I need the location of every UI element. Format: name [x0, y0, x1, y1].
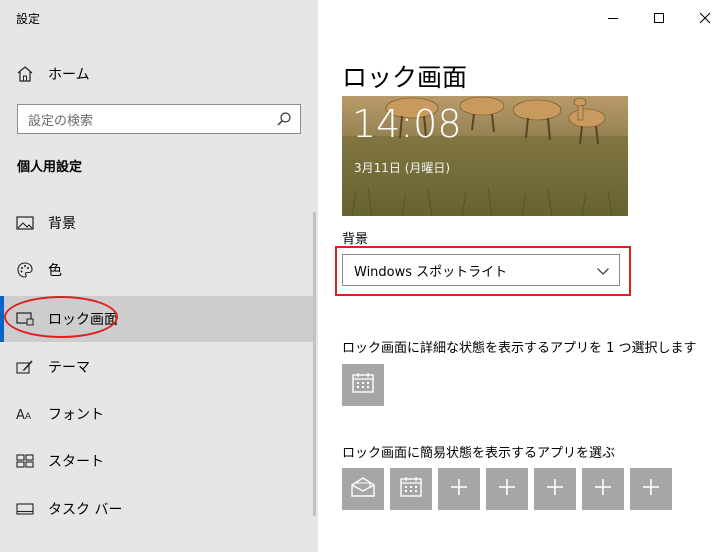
background-dropdown-value: Windows スポットライト — [354, 264, 508, 280]
plus-icon — [498, 478, 516, 500]
maximize-button[interactable] — [636, 4, 682, 32]
sidebar-item-start[interactable]: スタート — [0, 438, 316, 484]
sidebar-item-label: タスク バー — [48, 502, 123, 518]
quick-app-tile-add[interactable] — [534, 468, 576, 510]
sidebar-home[interactable]: ホーム — [16, 62, 90, 86]
detail-status-label: ロック画面に詳細な状態を表示するアプリを 1 つ選択します — [342, 341, 697, 356]
svg-text:A: A — [25, 412, 32, 422]
maximize-icon — [653, 9, 665, 28]
svg-text:A: A — [16, 408, 25, 422]
section-title: 個人用設定 — [17, 160, 83, 175]
sidebar-item-background[interactable]: 背景 — [0, 200, 316, 246]
quick-app-tile-add[interactable] — [630, 468, 672, 510]
sidebar-item-label: 背景 — [48, 216, 76, 232]
picture-icon — [16, 214, 34, 232]
detail-app-tile[interactable] — [342, 364, 384, 406]
home-label: ホーム — [48, 67, 90, 83]
quick-status-label: ロック画面に簡易状態を表示するアプリを選ぶ — [342, 446, 616, 461]
plus-icon — [450, 478, 468, 500]
preview-date: 3月11日 (月曜日) — [354, 161, 451, 175]
plus-icon — [642, 478, 660, 500]
sidebar-item-color[interactable]: 色 — [0, 247, 316, 293]
sidebar-item-font[interactable]: AA フォント — [0, 391, 316, 437]
quick-app-tile-add[interactable] — [582, 468, 624, 510]
window-title: 設定 — [16, 12, 41, 26]
mail-icon — [350, 476, 376, 502]
plus-icon — [594, 478, 612, 500]
preview-time: 14:08 — [352, 102, 462, 146]
search-input[interactable]: 設定の検索 — [17, 104, 301, 134]
sidebar-item-taskbar[interactable]: タスク バー — [0, 486, 316, 532]
background-dropdown[interactable]: Windows スポットライト — [342, 254, 620, 286]
sidebar-item-label: スタート — [48, 454, 104, 470]
background-label: 背景 — [342, 232, 369, 247]
plus-icon — [546, 478, 564, 500]
sidebar-item-label: テーマ — [48, 360, 90, 376]
quick-app-tile-mail[interactable] — [342, 468, 384, 510]
page-title: ロック画面 — [342, 63, 468, 92]
minimize-button[interactable] — [590, 4, 636, 32]
chevron-down-icon — [596, 263, 610, 277]
quick-app-tile-add[interactable] — [486, 468, 528, 510]
close-button[interactable] — [682, 4, 728, 32]
calendar-icon — [399, 476, 423, 502]
close-icon — [699, 9, 711, 28]
highlight-ellipse — [4, 296, 118, 338]
search-icon[interactable] — [276, 111, 292, 127]
home-icon — [16, 65, 34, 83]
sidebar-item-label: 色 — [48, 263, 62, 279]
sidebar: 設定 ホーム 設定の検索 個人用設定 背景 色 ロック画面 テーマ A A フォ… — [0, 0, 318, 552]
font-icon: AA — [16, 405, 34, 423]
lock-screen-preview: 14:08 3月11日 (月曜日) — [342, 96, 628, 216]
quick-app-tile-add[interactable] — [438, 468, 480, 510]
taskbar-icon — [16, 500, 34, 518]
theme-brush-icon — [16, 358, 34, 376]
palette-icon — [16, 261, 34, 279]
start-grid-icon — [16, 452, 34, 470]
search-placeholder: 設定の検索 — [28, 113, 94, 129]
sidebar-scrollbar[interactable] — [313, 212, 316, 516]
quick-app-tile-calendar[interactable] — [390, 468, 432, 510]
sidebar-item-theme[interactable]: テーマ — [0, 344, 316, 390]
sidebar-item-label: フォント — [48, 407, 104, 423]
minimize-icon — [607, 9, 619, 28]
calendar-icon — [351, 372, 375, 398]
